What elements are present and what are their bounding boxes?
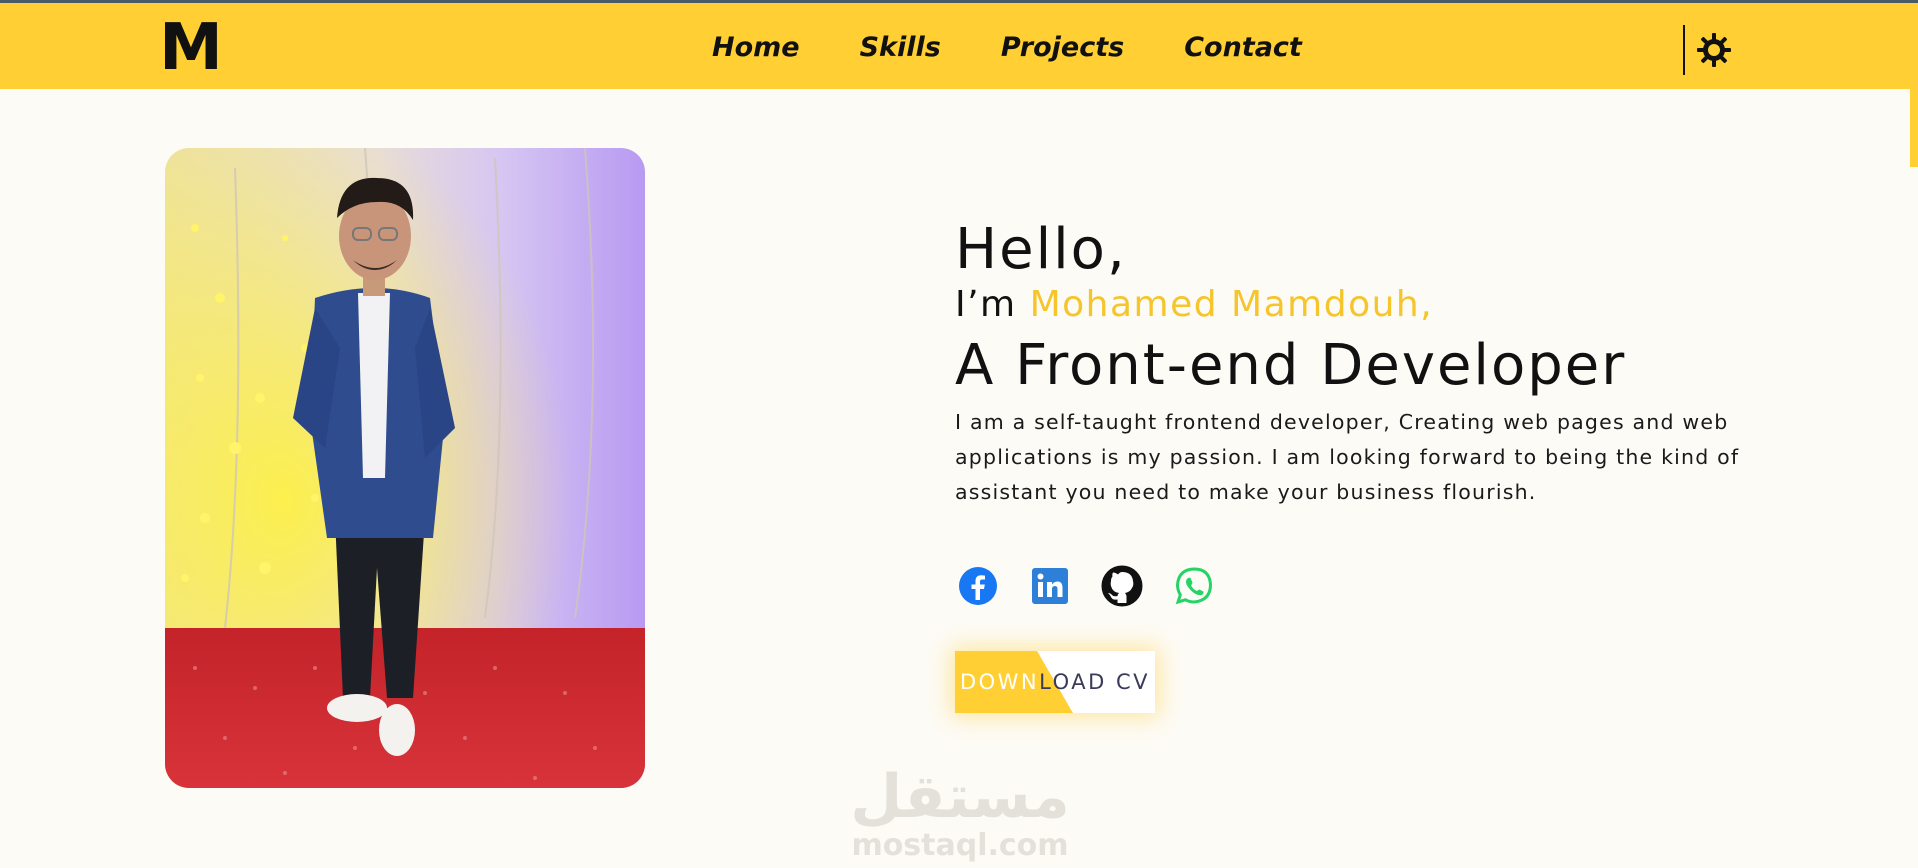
profile-photo xyxy=(165,148,645,788)
nav-link-projects[interactable]: Projects xyxy=(1001,31,1124,65)
intro-prefix: I’m xyxy=(955,284,1030,325)
logo[interactable]: M xyxy=(162,17,220,77)
intro-line: I’m Mohamed Mamdouh, xyxy=(955,283,1755,327)
nav-links: Home Skills Projects Contact xyxy=(712,31,1362,65)
whatsapp-icon[interactable] xyxy=(1171,563,1217,609)
sun-icon[interactable] xyxy=(1697,33,1731,67)
hero-section: Hello, I’m Mohamed Mamdouh, A Front-end … xyxy=(955,215,1755,510)
watermark-arabic: مستقل xyxy=(850,762,1069,832)
nav-link-home[interactable]: Home xyxy=(712,31,800,65)
svg-text:M: M xyxy=(162,17,220,77)
nav-divider xyxy=(1683,25,1685,75)
download-cv-button[interactable]: DOWNLOAD CV xyxy=(955,651,1155,713)
nav-link-contact[interactable]: Contact xyxy=(1184,31,1302,65)
github-icon[interactable] xyxy=(1099,563,1145,609)
cv-label-left: DOWN xyxy=(959,670,1040,694)
scroll-progress-indicator xyxy=(1910,89,1918,167)
navbar: M Home Skills Projects Contact xyxy=(0,3,1918,89)
nav-link-skills[interactable]: Skills xyxy=(860,31,941,65)
developer-name: Mohamed Mamdouh, xyxy=(1029,284,1434,325)
facebook-icon[interactable] xyxy=(955,563,1001,609)
role-heading: A Front-end Developer xyxy=(955,333,1627,398)
cv-label-right: LOAD CV xyxy=(1039,670,1151,694)
social-links xyxy=(955,563,1243,609)
mostaql-watermark: مستقل mostaql.com xyxy=(850,762,1069,863)
bio-text: I am a self-taught frontend developer, C… xyxy=(955,410,1740,504)
watermark-latin: mostaql.com xyxy=(851,828,1068,863)
greeting-heading: Hello, xyxy=(955,217,1127,282)
linkedin-icon[interactable] xyxy=(1027,563,1073,609)
